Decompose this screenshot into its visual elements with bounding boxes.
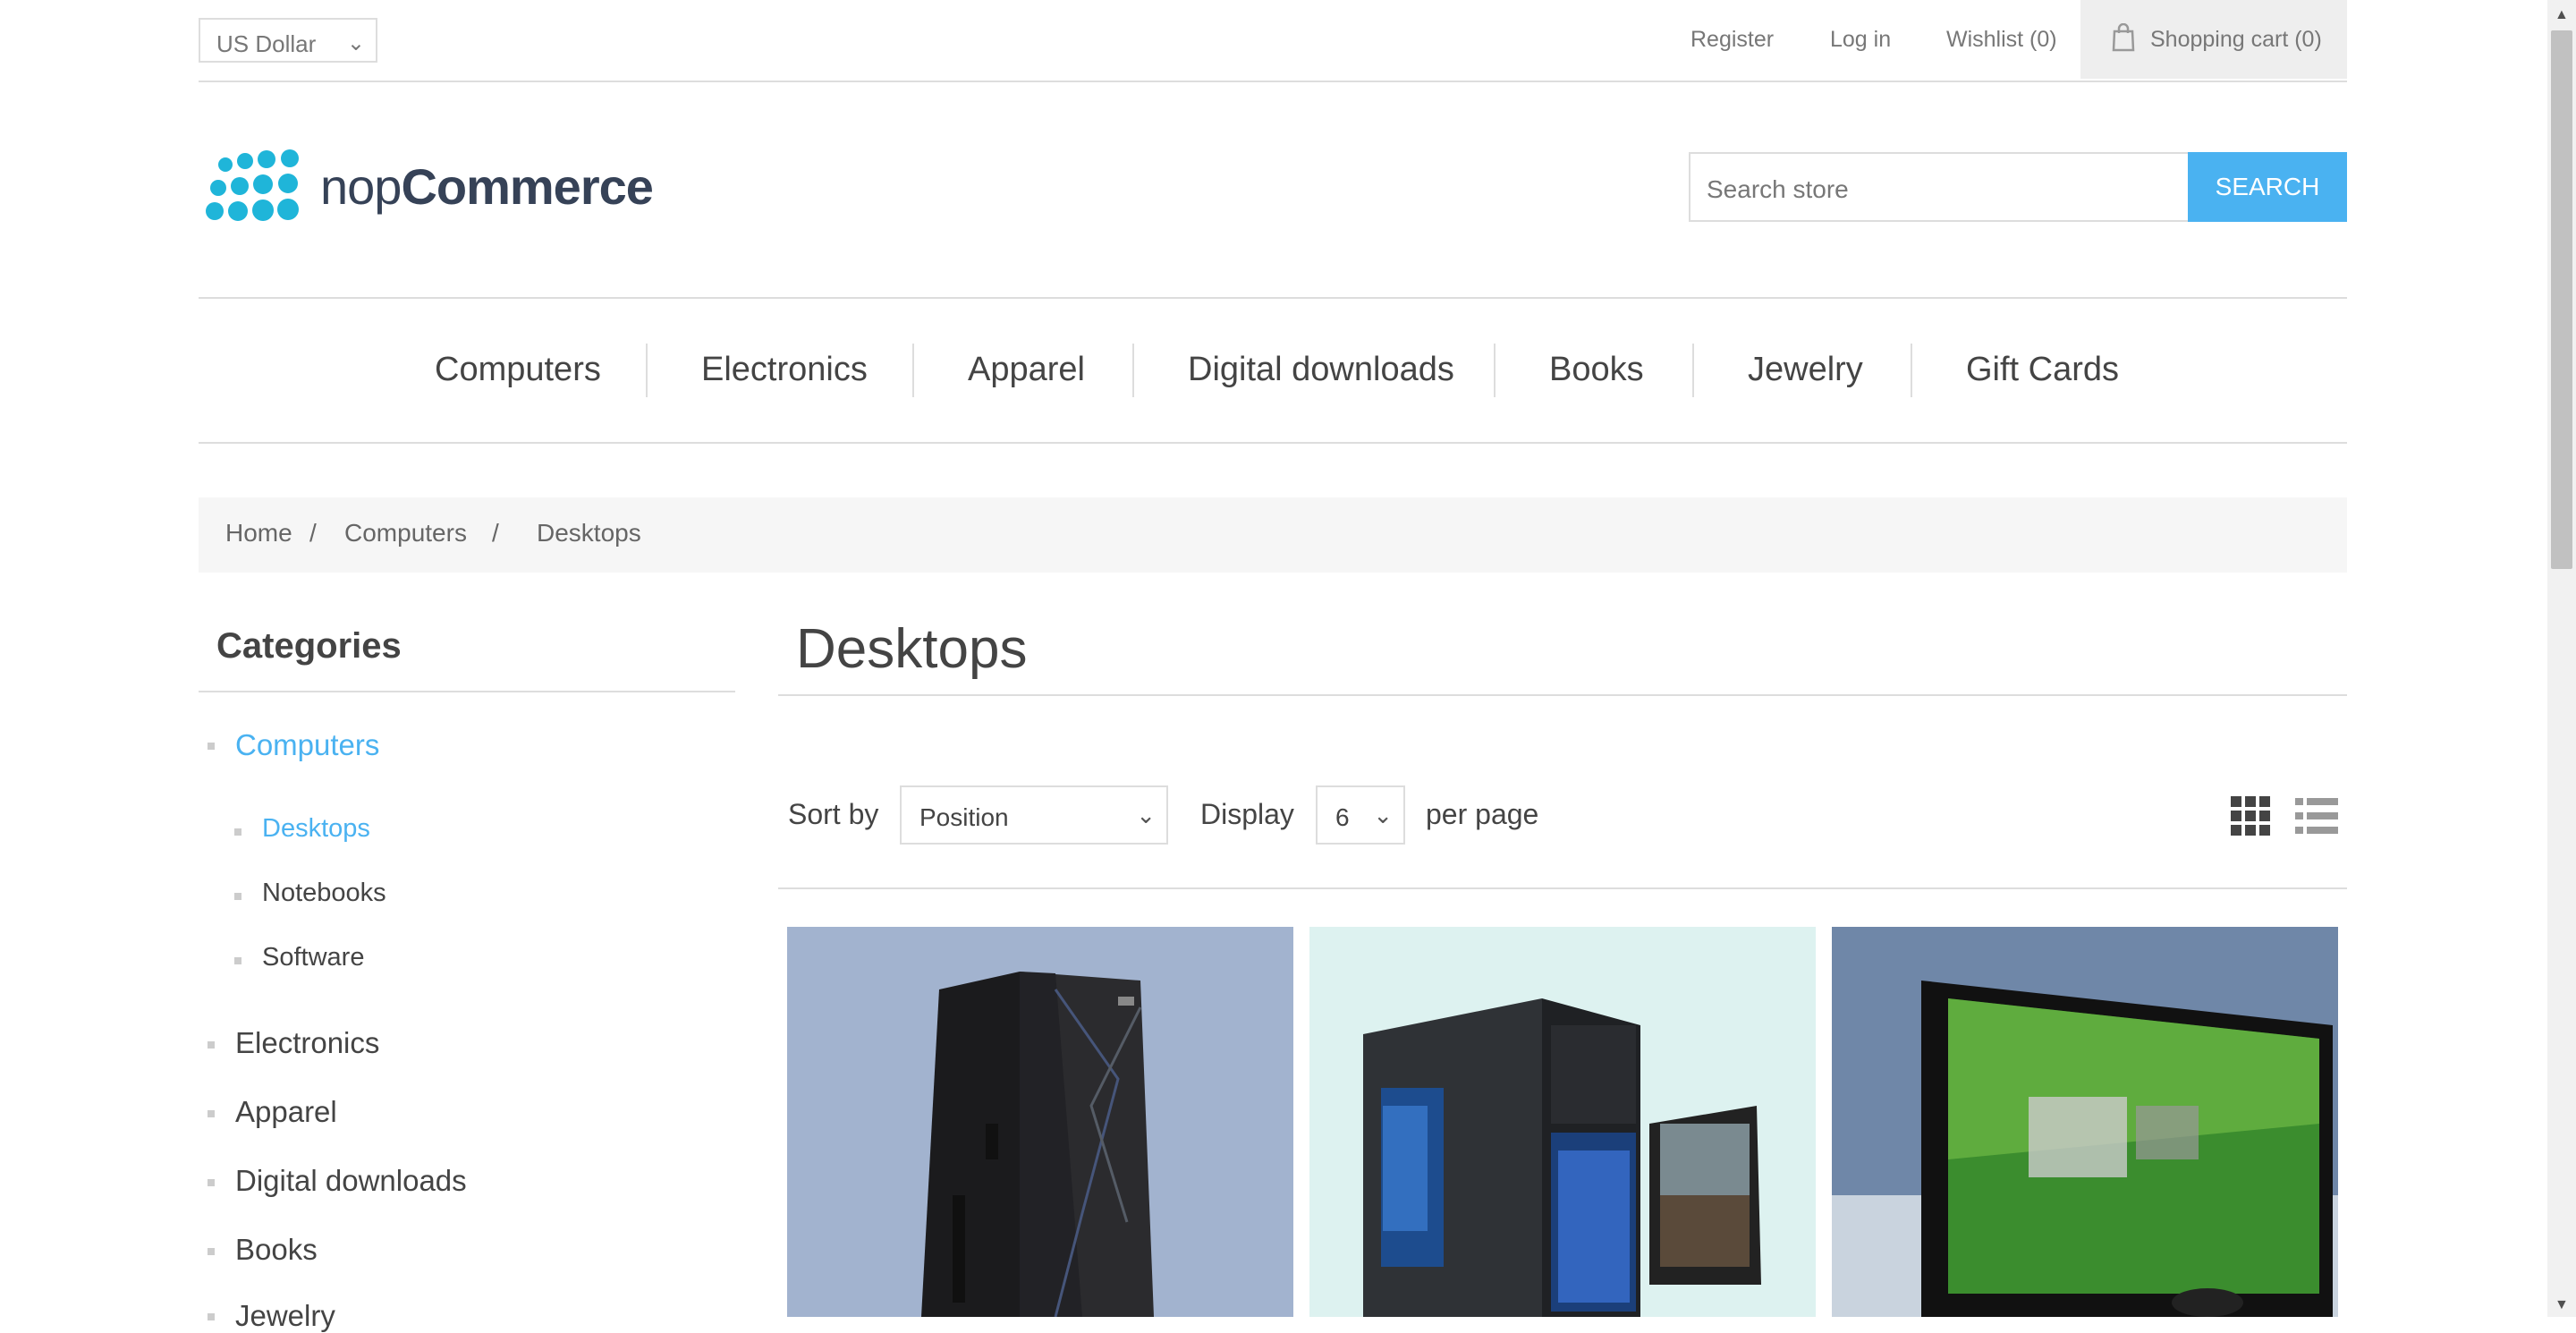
menu-separator bbox=[912, 344, 914, 397]
product-image-1[interactable] bbox=[787, 927, 1293, 1317]
sidebar-title: Categories bbox=[216, 626, 402, 666]
bullet-icon bbox=[208, 1179, 215, 1186]
display-label: Display bbox=[1200, 798, 1294, 830]
pager-divider bbox=[778, 887, 2347, 889]
page-size-select[interactable]: 6 ⌄ bbox=[1316, 785, 1405, 845]
sort-by-label: Sort by bbox=[788, 798, 879, 830]
menu-item-gift-cards[interactable]: Gift Cards bbox=[1966, 351, 2119, 389]
currency-value: US Dollar bbox=[216, 30, 317, 57]
list-view-icon[interactable] bbox=[2295, 796, 2338, 836]
bullet-icon bbox=[234, 893, 242, 900]
title-divider bbox=[778, 694, 2347, 696]
login-link[interactable]: Log in bbox=[1830, 27, 1891, 53]
sidebar-item-computers[interactable]: Computers bbox=[235, 728, 379, 762]
wishlist-link[interactable]: Wishlist (0) bbox=[1946, 27, 2057, 53]
menu-item-jewelry[interactable]: Jewelry bbox=[1748, 351, 1863, 389]
product-image-3[interactable] bbox=[1832, 927, 2338, 1317]
gaming-desktop-image bbox=[1363, 998, 1761, 1317]
menu-item-computers[interactable]: Computers bbox=[435, 351, 601, 389]
sidebar-item-apparel[interactable]: Apparel bbox=[235, 1095, 337, 1129]
menu-separator bbox=[1494, 344, 1496, 397]
menu-item-electronics[interactable]: Electronics bbox=[701, 351, 868, 389]
chevron-down-icon: ⌄ bbox=[346, 31, 365, 55]
menu-divider-top bbox=[199, 297, 2347, 299]
menu-separator bbox=[1911, 344, 1912, 397]
logo-brand: Commerce bbox=[401, 158, 653, 215]
scroll-up-arrow-icon[interactable]: ▲ bbox=[2555, 7, 2569, 23]
bullet-icon bbox=[208, 1041, 215, 1049]
sidebar-item-books[interactable]: Books bbox=[235, 1233, 318, 1267]
per-page-label: per page bbox=[1426, 798, 1539, 830]
menu-separator bbox=[1132, 344, 1134, 397]
logo-wordmark: nopCommerce bbox=[320, 157, 654, 216]
sidebar-divider bbox=[199, 691, 735, 692]
sort-by-select[interactable]: Position ⌄ bbox=[900, 785, 1168, 845]
server-rack-image bbox=[921, 972, 1154, 1317]
bullet-icon bbox=[208, 743, 215, 750]
breadcrumb-separator: / bbox=[309, 519, 317, 547]
all-in-one-pc-image bbox=[1832, 981, 2338, 1317]
register-link[interactable]: Register bbox=[1690, 27, 1774, 53]
sidebar-item-notebooks[interactable]: Notebooks bbox=[262, 879, 386, 908]
scrollbar-thumb[interactable] bbox=[2551, 30, 2572, 569]
menu-divider-bottom bbox=[199, 442, 2347, 444]
sidebar-item-digital-downloads[interactable]: Digital downloads bbox=[235, 1164, 467, 1198]
sidebar-item-electronics[interactable]: Electronics bbox=[235, 1026, 379, 1060]
menu-item-digital-downloads[interactable]: Digital downloads bbox=[1188, 351, 1454, 389]
sidebar-item-jewelry[interactable]: Jewelry bbox=[235, 1299, 335, 1333]
sidebar-item-desktops[interactable]: Desktops bbox=[262, 814, 370, 844]
shopping-cart-link[interactable]: Shopping cart (0) bbox=[2080, 0, 2347, 79]
menu-separator bbox=[646, 344, 648, 397]
bullet-icon bbox=[208, 1248, 215, 1255]
page-size-value: 6 bbox=[1335, 803, 1350, 831]
search-button[interactable]: SEARCH bbox=[2188, 152, 2347, 222]
menu-separator bbox=[1692, 344, 1694, 397]
breadcrumb bbox=[199, 497, 2347, 573]
breadcrumb-home[interactable]: Home bbox=[225, 519, 292, 548]
menu-item-books[interactable]: Books bbox=[1549, 351, 1644, 389]
chevron-down-icon: ⌄ bbox=[1373, 802, 1393, 828]
bullet-icon bbox=[208, 1110, 215, 1117]
menu-item-apparel[interactable]: Apparel bbox=[968, 351, 1085, 389]
breadcrumb-computers[interactable]: Computers bbox=[344, 519, 467, 548]
bullet-icon bbox=[208, 1313, 215, 1320]
shopping-cart-label: Shopping cart (0) bbox=[2150, 27, 2322, 52]
search-input[interactable]: Search store bbox=[1689, 152, 2190, 222]
shopping-bag-icon bbox=[2112, 23, 2135, 52]
grid-view-icon[interactable] bbox=[2231, 796, 2270, 836]
chevron-down-icon: ⌄ bbox=[1136, 802, 1156, 828]
logo-dots-icon bbox=[206, 149, 299, 221]
search-placeholder: Search store bbox=[1707, 175, 1849, 203]
product-image-2[interactable] bbox=[1309, 927, 1816, 1317]
breadcrumb-current: Desktops bbox=[537, 519, 641, 547]
page-title: Desktops bbox=[796, 618, 1028, 680]
bullet-icon bbox=[234, 957, 242, 964]
bullet-icon bbox=[234, 828, 242, 836]
logo-prefix: nop bbox=[320, 158, 402, 215]
breadcrumb-separator: / bbox=[492, 519, 499, 547]
scroll-down-arrow-icon[interactable]: ▼ bbox=[2555, 1297, 2569, 1313]
sort-by-value: Position bbox=[919, 803, 1009, 831]
currency-selector[interactable]: US Dollar ⌄ bbox=[199, 18, 377, 63]
store-logo[interactable]: nopCommerce bbox=[202, 149, 654, 229]
sidebar-item-software[interactable]: Software bbox=[262, 943, 364, 972]
